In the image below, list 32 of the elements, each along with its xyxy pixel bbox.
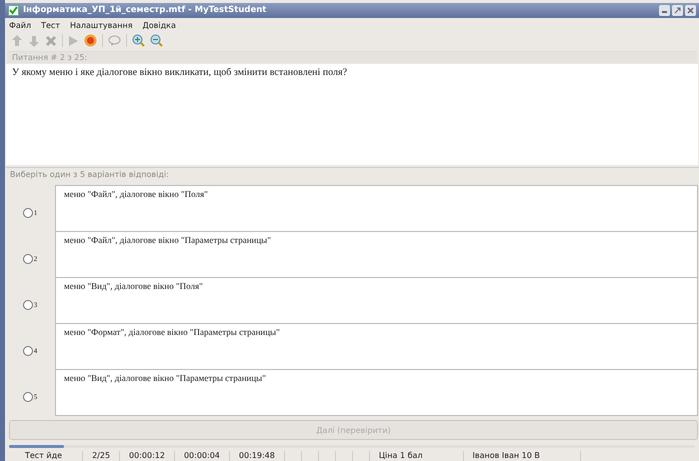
status-field: 00:00:12 bbox=[120, 451, 175, 461]
menu-item[interactable]: Довідка bbox=[142, 21, 176, 30]
radio-button[interactable] bbox=[22, 254, 33, 264]
radio-button[interactable] bbox=[22, 300, 33, 310]
answer-option[interactable]: меню "Вид", діалогове вікно "Поля" bbox=[55, 277, 698, 324]
minimize-icon[interactable] bbox=[659, 4, 670, 16]
radio-button[interactable] bbox=[22, 208, 33, 218]
stop-icon[interactable] bbox=[84, 34, 97, 48]
menu-item[interactable]: Налаштування bbox=[70, 21, 133, 30]
status-field: Іванов Іван 10 В bbox=[464, 451, 581, 461]
answers-header: Виберіть один з 5 варіантів відповіді: bbox=[5, 167, 699, 181]
answer-option[interactable]: меню "Формат", діалогове вікно "Параметры страницы" bbox=[55, 323, 698, 370]
status-field: Ціна 1 бал bbox=[370, 451, 464, 461]
status-field: Тест йде bbox=[5, 451, 84, 461]
checkmark-icon bbox=[8, 4, 19, 16]
question-header: Питання # 2 з 25: bbox=[7, 50, 697, 63]
menu-item[interactable]: Тест bbox=[41, 21, 60, 30]
menu-item[interactable]: Файл bbox=[9, 21, 32, 30]
maximize-icon[interactable] bbox=[672, 4, 683, 16]
answer-option[interactable]: меню "Вид", діалогове вікно "Параметры страницы" bbox=[55, 369, 698, 416]
close-icon[interactable] bbox=[685, 4, 696, 16]
window-title: Інформатика_УП_1й_семестр.mtf - MyTestStudent bbox=[23, 5, 268, 16]
status-field: 00:00:04 bbox=[174, 451, 230, 461]
zoom-in-icon[interactable] bbox=[132, 34, 145, 48]
status-field: 00:19:48 bbox=[230, 451, 285, 461]
zoom-out-icon[interactable] bbox=[150, 34, 163, 48]
status-field: 2/25 bbox=[83, 451, 120, 461]
question-text: У якому меню і яке діалогове вікно викликати, щоб змінити встановлені поля? bbox=[12, 66, 348, 78]
radio-button[interactable] bbox=[22, 392, 33, 402]
answer-option[interactable]: меню "Файл", діалогове вікно "Поля" bbox=[55, 185, 698, 232]
answer-option[interactable]: меню "Файл", діалогове вікно "Параметры страницы" bbox=[55, 231, 698, 278]
radio-button[interactable] bbox=[22, 346, 33, 356]
